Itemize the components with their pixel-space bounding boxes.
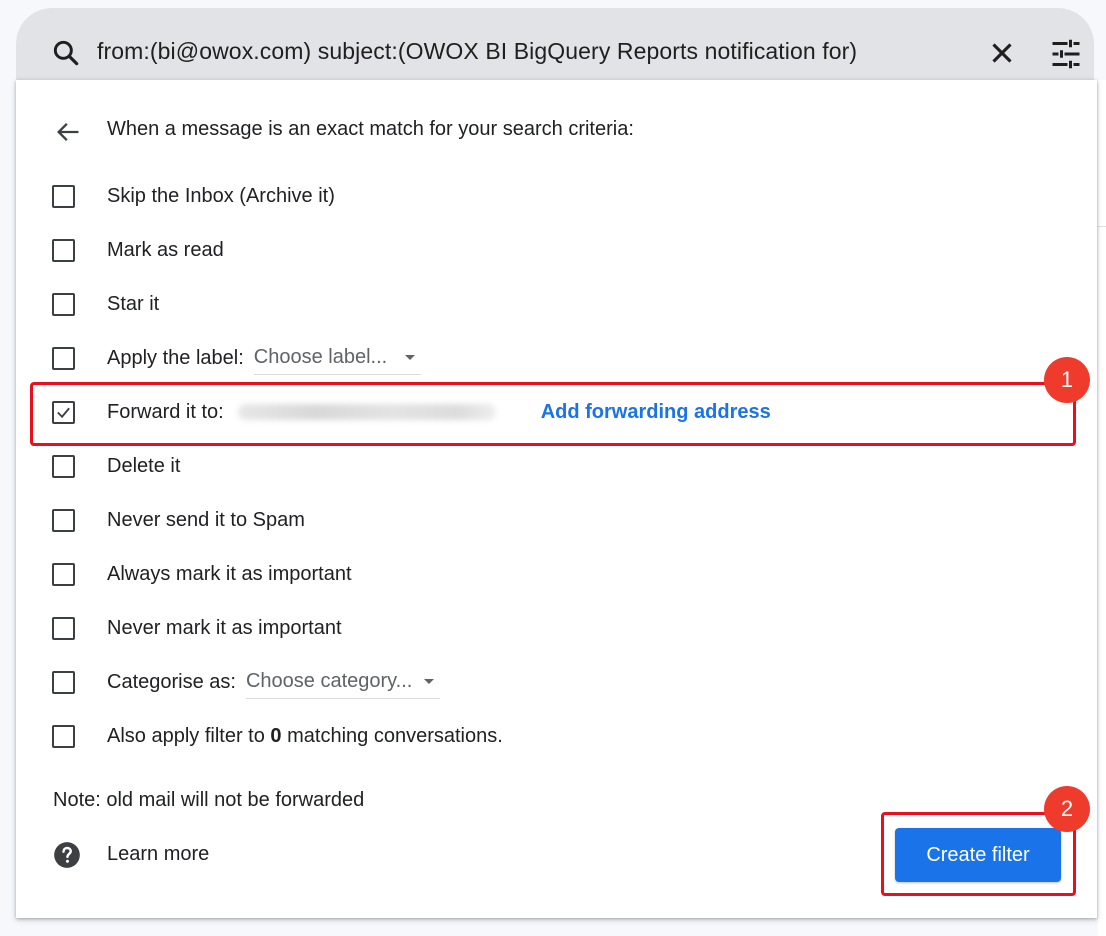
caret-down-icon	[424, 679, 435, 684]
annotation-badge-2: 2	[1044, 786, 1090, 832]
close-icon[interactable]	[985, 36, 1019, 70]
option-categorise[interactable]: Categorise as: Choose category...	[52, 665, 441, 699]
mark-read-checkbox[interactable]	[52, 238, 75, 262]
option-mark-read[interactable]: Mark as read	[52, 233, 224, 267]
mark-read-label: Mark as read	[107, 238, 224, 261]
option-delete[interactable]: Delete it	[52, 449, 180, 483]
category-select-value: Choose category...	[245, 670, 413, 692]
star-checkbox[interactable]	[52, 292, 75, 316]
label-select[interactable]: Choose label...	[253, 342, 422, 375]
star-label: Star it	[107, 292, 160, 315]
skip-inbox-checkbox[interactable]	[52, 184, 75, 208]
delete-label: Delete it	[107, 454, 181, 477]
apply-label-checkbox[interactable]	[52, 346, 75, 370]
annotation-highlight-forward	[30, 382, 1076, 446]
forwarding-note: Note: old mail will not be forwarded	[53, 789, 365, 811]
never-important-label: Never mark it as important	[107, 616, 342, 639]
search-query-input[interactable]: from:(bi@owox.com) subject:(OWOX BI BigQ…	[97, 38, 857, 65]
delete-checkbox[interactable]	[52, 454, 75, 478]
learn-more-link[interactable]: Learn more	[107, 843, 209, 866]
option-always-important[interactable]: Always mark it as important	[52, 557, 352, 591]
apply-existing-text-before: Also apply filter to	[107, 724, 265, 747]
option-star[interactable]: Star it	[52, 287, 159, 321]
option-skip-inbox[interactable]: Skip the Inbox (Archive it)	[52, 179, 335, 213]
filter-actions-dialog: When a message is an exact match for you…	[16, 80, 1097, 918]
apply-label-label: Apply the label:	[107, 346, 244, 369]
search-icon[interactable]	[50, 37, 82, 69]
label-select-value: Choose label...	[253, 346, 388, 368]
categorise-label: Categorise as:	[107, 670, 236, 693]
background-panel-edge	[1098, 80, 1106, 936]
always-important-label: Always mark it as important	[107, 562, 352, 585]
criteria-title: When a message is an exact match for you…	[107, 118, 634, 140]
help-icon[interactable]	[53, 841, 81, 869]
category-select[interactable]: Choose category...	[245, 666, 441, 699]
background-divider	[1098, 226, 1106, 227]
back-arrow-icon[interactable]	[54, 118, 82, 146]
option-never-spam[interactable]: Never send it to Spam	[52, 503, 305, 537]
never-spam-label: Never send it to Spam	[107, 508, 305, 531]
annotation-badge-1: 1	[1044, 357, 1090, 403]
search-bar[interactable]: from:(bi@owox.com) subject:(OWOX BI BigQ…	[16, 8, 1094, 80]
categorise-checkbox[interactable]	[52, 670, 75, 694]
always-important-checkbox[interactable]	[52, 562, 75, 586]
matching-count: 0	[270, 724, 282, 747]
skip-inbox-label: Skip the Inbox (Archive it)	[107, 184, 335, 207]
option-apply-label[interactable]: Apply the label: Choose label...	[52, 341, 422, 375]
apply-existing-text-after: matching conversations.	[287, 724, 503, 747]
option-apply-existing[interactable]: Also apply filter to 0 matching conversa…	[52, 719, 503, 753]
tune-icon[interactable]	[1048, 36, 1084, 72]
option-never-important[interactable]: Never mark it as important	[52, 611, 342, 645]
never-spam-checkbox[interactable]	[52, 508, 75, 532]
apply-existing-checkbox[interactable]	[52, 724, 75, 748]
annotation-highlight-create	[881, 812, 1076, 896]
never-important-checkbox[interactable]	[52, 616, 75, 640]
caret-down-icon	[405, 355, 416, 360]
apply-existing-label: Also apply filter to 0 matching conversa…	[107, 725, 503, 748]
